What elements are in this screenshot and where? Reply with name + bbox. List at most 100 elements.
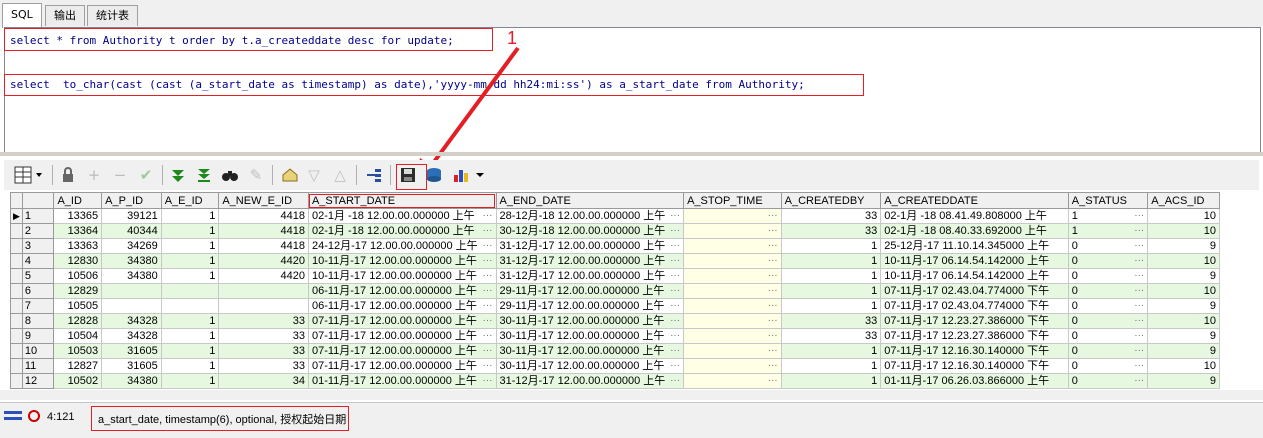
row-indicator[interactable] (10, 358, 23, 374)
grid-cell[interactable]: 31605 (101, 343, 162, 359)
grid-cell[interactable] (218, 283, 309, 299)
tab-statistics[interactable]: 统计表 (87, 5, 138, 26)
grid-cell[interactable]: 31605 (101, 358, 162, 374)
grid-cell[interactable]: 07-11月-17 02.43.04.774000 下午 (880, 298, 1069, 314)
post-changes-icon[interactable]: ✔ (136, 165, 156, 185)
grid-cell[interactable]: 1 (160, 358, 220, 374)
grid-cell[interactable]: 02-1月 -18 12.00.00.000000 上午 ··· (307, 223, 497, 239)
grid-cell[interactable]: 1 (780, 283, 882, 299)
grid-cell[interactable]: 10 (1147, 283, 1220, 299)
table-row[interactable]: 2 13364 40344 1 4418 02-1月 -18 12.00.00.00000… (10, 223, 1220, 239)
cell-edit-button[interactable]: ··· (483, 270, 493, 283)
cell-edit-button[interactable]: ··· (768, 240, 778, 253)
grid-cell[interactable] (101, 283, 162, 299)
grid-cell[interactable]: 10 (1147, 253, 1220, 269)
grid-cell[interactable]: 0 ··· (1067, 253, 1149, 269)
cell-edit-button[interactable]: ··· (483, 300, 493, 313)
grid-cell[interactable]: 0 ··· (1067, 313, 1149, 329)
grid-cell[interactable]: 1 (780, 358, 882, 374)
tab-output[interactable]: 输出 (45, 5, 85, 26)
grid-cell[interactable]: 10-11月-17 06.14.54.142000 上午 (880, 253, 1069, 269)
grid-cell[interactable] (218, 298, 309, 314)
table-row[interactable]: 7 10505 06-11月-17 12.00.00.000000 上午 ··· 29-… (10, 298, 1220, 314)
row-indicator[interactable] (10, 238, 23, 254)
grid-cell[interactable]: 9 (1147, 238, 1220, 254)
grid-cell[interactable]: ··· (683, 253, 782, 269)
database-export-icon[interactable] (424, 165, 444, 185)
table-row[interactable]: 11 12827 31605 1 33 07-11月-17 12.00.00.000000… (10, 358, 1220, 374)
grid-cell[interactable]: 9 (1147, 343, 1220, 359)
cell-edit-button[interactable]: ··· (768, 225, 778, 238)
grid-cell[interactable]: 9 (1147, 373, 1220, 389)
column-header[interactable]: A_E_ID (160, 192, 220, 209)
grid-cell[interactable]: 13363 (53, 238, 103, 254)
chart-icon[interactable] (452, 165, 488, 185)
grid-cell[interactable]: 0 ··· (1067, 268, 1149, 284)
grid-cell[interactable]: 1 (160, 328, 220, 344)
column-header[interactable]: A_CREATEDBY (780, 192, 882, 209)
grid-cell[interactable]: ··· (683, 373, 782, 389)
table-row[interactable]: 10 10503 31605 1 33 07-11月-17 12.00.00.000000… (10, 343, 1220, 359)
cell-edit-button[interactable]: ··· (483, 285, 493, 298)
table-row[interactable]: 6 12829 06-11月-17 12.00.00.000000 上午 ··· 29-… (10, 283, 1220, 299)
grid-cell[interactable]: 29-11月-17 12.00.00.000000 上午 ··· (495, 283, 685, 299)
cell-edit-button[interactable]: ··· (768, 210, 778, 223)
cell-edit-button[interactable]: ··· (670, 330, 680, 343)
grid-cell[interactable]: 13365 (53, 208, 103, 224)
grid-cell[interactable]: 10504 (53, 328, 103, 344)
grid-cell[interactable]: 0 ··· (1067, 328, 1149, 344)
grid-cell[interactable]: 1 (160, 373, 220, 389)
grid-cell[interactable]: 39121 (101, 208, 162, 224)
grid-cell[interactable]: 06-11月-17 12.00.00.000000 上午 ··· (307, 283, 497, 299)
grid-cell[interactable]: 40344 (101, 223, 162, 239)
grid-cell[interactable]: 30-11月-17 12.00.00.000000 上午 ··· (495, 343, 685, 359)
grid-cell[interactable]: 33 (780, 328, 882, 344)
cell-edit-button[interactable]: ··· (1134, 270, 1144, 283)
cell-edit-button[interactable]: ··· (1134, 240, 1144, 253)
grid-cell[interactable]: 1 (780, 253, 882, 269)
row-indicator[interactable] (10, 283, 23, 299)
grid-cell[interactable]: 33 (218, 343, 309, 359)
cell-edit-button[interactable]: ··· (1134, 330, 1144, 343)
grid-cell[interactable]: ··· (683, 343, 782, 359)
grid-cell[interactable]: 34 (218, 373, 309, 389)
table-row[interactable]: 4 12830 34380 1 4420 10-11月-17 12.00.00.00000… (10, 253, 1220, 269)
cell-edit-button[interactable]: ··· (483, 315, 493, 328)
row-indicator[interactable] (10, 268, 23, 284)
grid-cell[interactable]: 0 ··· (1067, 343, 1149, 359)
cell-edit-button[interactable]: ··· (1134, 225, 1144, 238)
grid-cell[interactable]: 9 (1147, 328, 1220, 344)
splitter[interactable] (0, 152, 1263, 156)
grid-cell[interactable]: 1 (160, 223, 220, 239)
cell-edit-button[interactable]: ··· (483, 225, 493, 238)
grid-cell[interactable]: ··· (683, 298, 782, 314)
cell-edit-button[interactable]: ··· (483, 375, 493, 388)
cell-edit-button[interactable]: ··· (768, 360, 778, 373)
grid-cell[interactable]: 24-12月-17 12.00.00.000000 上午 ··· (307, 238, 497, 254)
cell-edit-button[interactable]: ··· (1134, 285, 1144, 298)
previous-record-icon[interactable]: ▽ (304, 165, 324, 185)
grid-cell[interactable]: ··· (683, 238, 782, 254)
grid-cell[interactable]: 01-11月-17 06.26.03.866000 上午 (880, 373, 1069, 389)
horizontal-scrollbar[interactable] (0, 390, 1263, 400)
grid-view-icon[interactable] (12, 165, 46, 185)
table-row[interactable]: ▶ 1 13365 39121 1 4418 02-1月 -18 12.00.00.0000… (10, 208, 1220, 224)
grid-cell[interactable]: 31-12月-17 12.00.00.000000 上午 ··· (495, 253, 685, 269)
grid-cell[interactable]: 4418 (218, 208, 309, 224)
cell-edit-button[interactable]: ··· (670, 315, 680, 328)
column-header[interactable]: A_ACS_ID (1147, 192, 1220, 209)
grid-cell[interactable]: 1 (160, 268, 220, 284)
grid-cell[interactable]: 34328 (101, 328, 162, 344)
grid-cell[interactable]: 10-11月-17 06.14.54.142000 上午 (880, 268, 1069, 284)
grid-cell[interactable] (160, 298, 220, 314)
grid-cell[interactable]: 33 (780, 313, 882, 329)
grid-cell[interactable]: 10506 (53, 268, 103, 284)
cell-edit-button[interactable]: ··· (768, 285, 778, 298)
single-record-view-icon[interactable] (364, 165, 384, 185)
grid-cell[interactable]: 25-12月-17 11.10.14.345000 上午 (880, 238, 1069, 254)
row-indicator[interactable] (10, 313, 23, 329)
cell-edit-button[interactable]: ··· (1134, 210, 1144, 223)
grid-cell[interactable]: 07-11月-17 12.23.27.386000 下午 (880, 328, 1069, 344)
grid-cell[interactable]: 07-11月-17 12.16.30.140000 下午 (880, 358, 1069, 374)
grid-cell[interactable]: 0 ··· (1067, 373, 1149, 389)
